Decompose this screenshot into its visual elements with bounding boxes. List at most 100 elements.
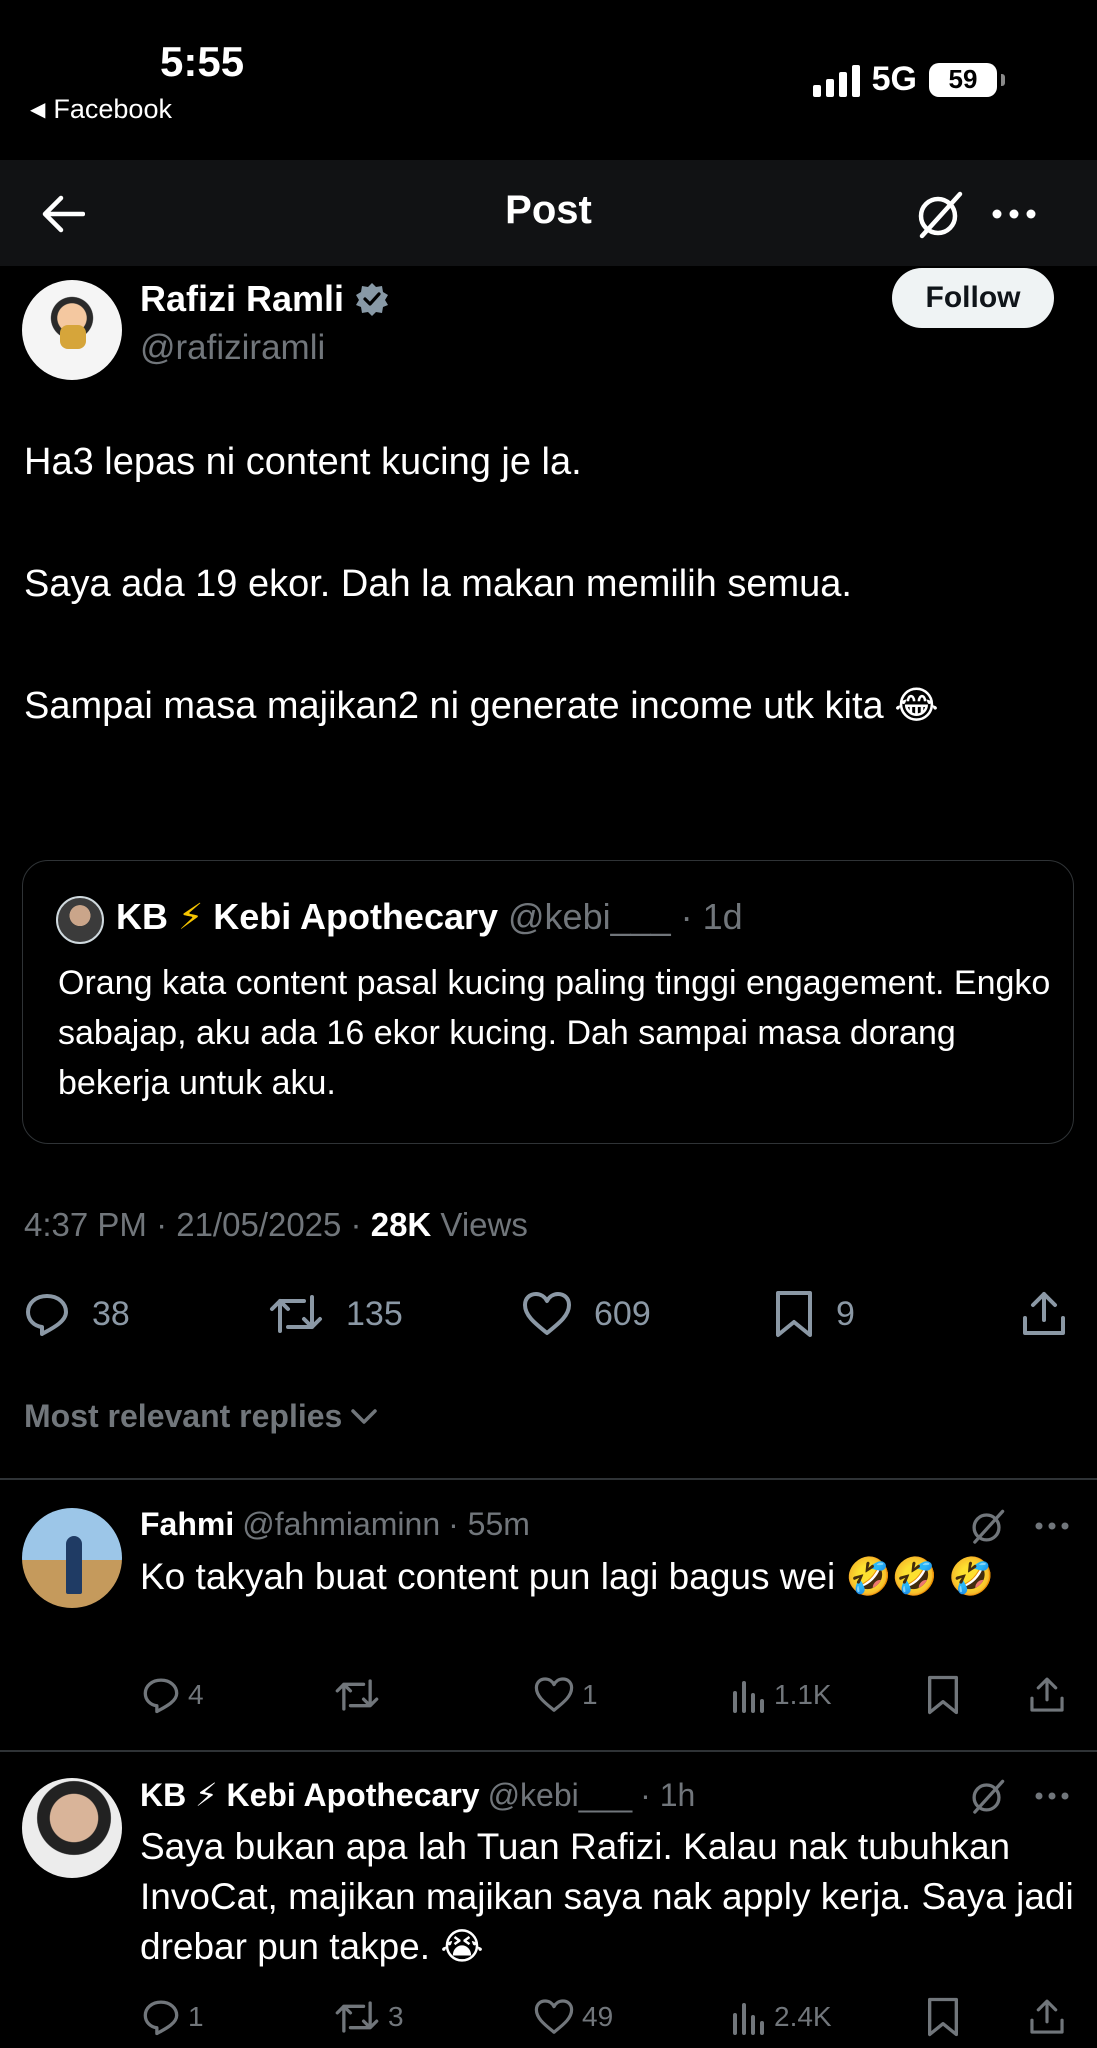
reply-bookmark-button[interactable] [926, 1668, 960, 1722]
quoted-post-header: KB ⚡ Kebi Apothecary @kebi___ · 1d [116, 896, 743, 938]
post-meta: 4:37 PM · 21/05/2025 · 28K Views [24, 1206, 528, 1244]
divider [0, 1478, 1097, 1480]
quoted-author-initials: KB [116, 896, 168, 937]
bookmark-icon [928, 1675, 958, 1715]
bookmark-icon [776, 1291, 812, 1337]
quoted-post-age: · 1d [680, 896, 743, 937]
author-handle[interactable]: @rafiziramli [140, 328, 325, 368]
repost-button[interactable]: 135 [268, 1282, 403, 1346]
reply-icon [26, 1294, 68, 1336]
reply-text: Ko takyah buat content pun lagi bagus we… [140, 1556, 995, 1597]
more-horizontal-icon [1035, 1522, 1069, 1530]
reply-avatar[interactable] [22, 1508, 122, 1608]
reply-header: Fahmi @fahmiaminn · 55m [140, 1506, 530, 1543]
grok-icon [972, 1509, 1005, 1544]
views-label: Views [431, 1206, 528, 1243]
reply-author-name[interactable]: KB ⚡ Kebi Apothecary [140, 1776, 480, 1814]
reply-views-count: 2.4K [774, 2001, 832, 2032]
reply-views-button[interactable]: 2.4K [732, 1990, 832, 2044]
share-icon [1030, 1677, 1064, 1712]
back-triangle-icon: ◀ [30, 99, 46, 121]
reply-header: KB ⚡ Kebi Apothecary @kebi___ · 1h [140, 1776, 695, 1814]
reply-reply-button[interactable]: 1 [142, 1990, 204, 2044]
post-paragraph: Ha3 lepas ni content kucing je la. [24, 441, 582, 483]
heart-icon [534, 1677, 574, 1712]
repost-icon [335, 2001, 379, 2033]
reply-reply-button[interactable]: 4 [142, 1668, 204, 1722]
reply-reply-count: 4 [188, 1679, 204, 1710]
bookmark-button[interactable]: 9 [774, 1282, 855, 1346]
reply-views-button[interactable]: 1.1K [732, 1668, 832, 1722]
reply-more-button[interactable] [1028, 1772, 1076, 1820]
reply-like-button[interactable]: 1 [534, 1668, 598, 1722]
views-chart-icon [733, 2003, 764, 2035]
views-count: 28K [370, 1206, 432, 1243]
back-app-label: Facebook [53, 94, 172, 124]
repost-icon [270, 1295, 322, 1333]
reply-reply-count: 1 [188, 2001, 204, 2032]
post-paragraph: Sampai masa majikan2 ni generate income … [24, 685, 939, 727]
heart-icon [523, 1292, 571, 1335]
status-indicators: 5G 59 [812, 60, 1005, 99]
reply-repost-count: 3 [388, 2001, 404, 2032]
author-name: Rafizi Ramli [140, 278, 345, 319]
battery-icon: 59 [929, 62, 1005, 97]
reply-like-count: 1 [582, 1679, 598, 1710]
reply-author-handle[interactable]: @fahmiaminn [242, 1506, 440, 1543]
reply-like-count: 49 [582, 2001, 614, 2032]
divider [0, 1750, 1097, 1752]
reply-icon [143, 2000, 179, 2036]
reply-sort-dropdown[interactable]: Most relevant replies [24, 1398, 378, 1435]
post-text: Ha3 lepas ni content kucing je la. Saya … [24, 438, 1074, 730]
reply-bookmark-button[interactable] [926, 1990, 960, 2044]
reply-button[interactable]: 38 [24, 1282, 130, 1346]
reply-repost-button[interactable] [334, 1668, 388, 1722]
reply-grok-button[interactable] [964, 1502, 1012, 1550]
grok-icon [918, 191, 963, 239]
quoted-author-handle: @kebi___ [508, 896, 671, 937]
quoted-author-avatar [56, 896, 104, 944]
bookmark-icon [928, 1997, 958, 2037]
reply-grok-button[interactable] [964, 1772, 1012, 1820]
heart-icon [534, 1999, 574, 2034]
reply-repost-button[interactable]: 3 [334, 1990, 404, 2044]
share-button[interactable] [1020, 1282, 1068, 1346]
reply-count: 38 [92, 1294, 130, 1333]
back-to-app-link[interactable]: ◀ Facebook [30, 94, 172, 125]
follow-button[interactable]: Follow [892, 268, 1054, 328]
more-options-button[interactable] [986, 186, 1042, 242]
reply-age: · 55m [448, 1506, 530, 1542]
reply-author-name[interactable]: Fahmi [140, 1506, 234, 1543]
reply-text: Saya bukan apa lah Tuan Rafizi. Kalau na… [140, 1826, 1074, 1967]
reply-views-count: 1.1K [774, 1679, 832, 1710]
author-avatar[interactable] [22, 280, 122, 380]
network-type: 5G [871, 60, 917, 98]
grok-button[interactable] [908, 182, 972, 246]
share-icon [1023, 1292, 1065, 1335]
author-name-row[interactable]: Rafizi Ramli [140, 278, 390, 320]
quoted-author-name: Kebi Apothecary [213, 896, 499, 937]
bolt-emoji: ⚡ [178, 896, 204, 937]
chevron-down-icon [351, 1408, 378, 1424]
repost-icon [335, 1679, 379, 1711]
bookmark-count: 9 [836, 1294, 855, 1333]
reply-age: · 1h [640, 1776, 696, 1813]
post-timestamp: 4:37 PM · 21/05/2025 · [24, 1206, 371, 1243]
signal-icon [812, 63, 860, 97]
reply-more-button[interactable] [1028, 1502, 1076, 1550]
reply-author-handle[interactable]: @kebi___ [488, 1777, 633, 1814]
reply-avatar[interactable] [22, 1778, 122, 1878]
like-count: 609 [594, 1294, 651, 1333]
reply-share-button[interactable] [1028, 1668, 1066, 1722]
grok-icon [972, 1779, 1005, 1814]
reply-share-button[interactable] [1028, 1990, 1066, 2044]
reply-like-button[interactable]: 49 [534, 1990, 613, 2044]
share-icon [1030, 1999, 1064, 2034]
sort-label: Most relevant replies [24, 1398, 343, 1434]
more-horizontal-icon [992, 209, 1036, 219]
battery-level: 59 [948, 64, 978, 94]
status-time: 5:55 [160, 38, 245, 85]
like-button[interactable]: 609 [522, 1282, 651, 1346]
more-horizontal-icon [1035, 1792, 1069, 1800]
views-chart-icon [733, 1681, 764, 1713]
